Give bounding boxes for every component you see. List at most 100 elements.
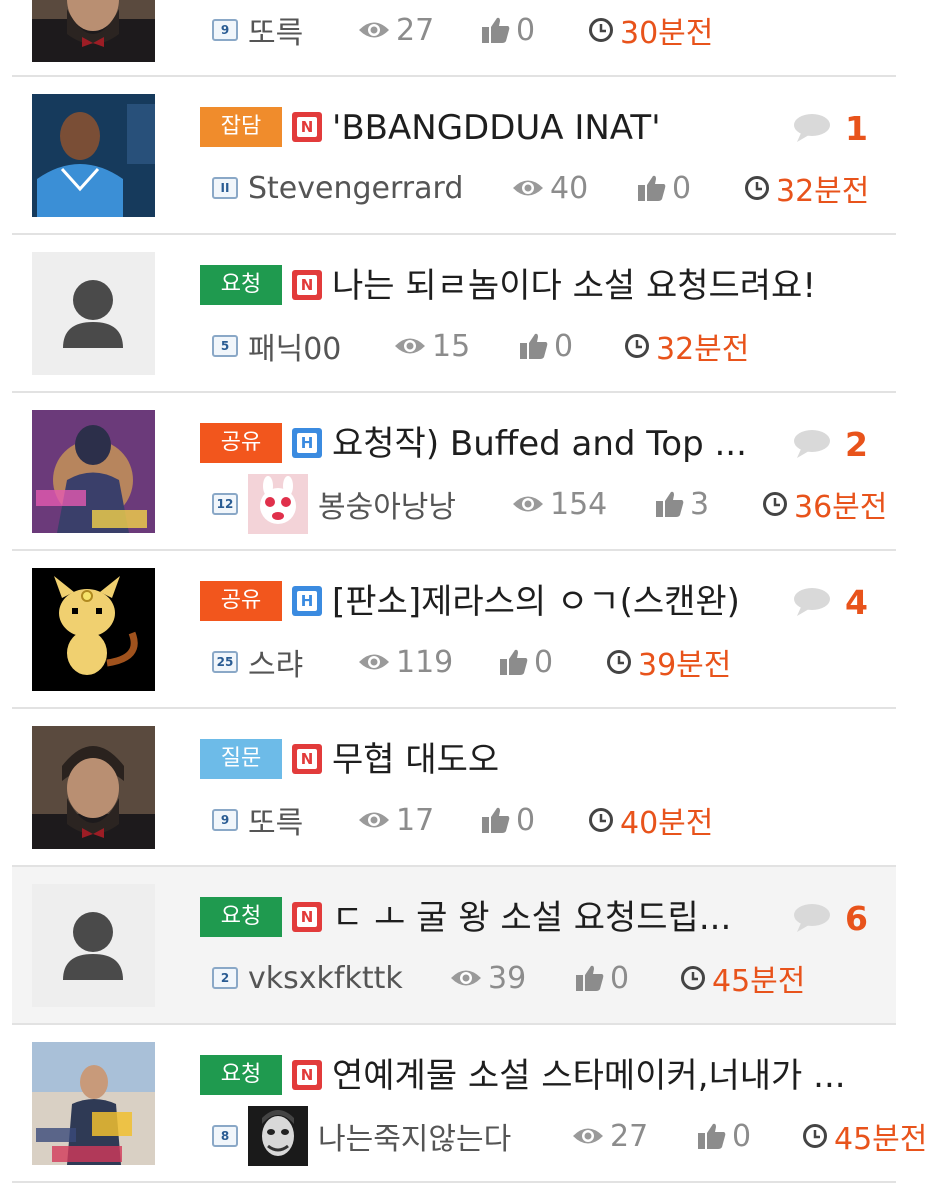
new-badge-icon: N [292, 1060, 322, 1090]
default-avatar[interactable] [32, 884, 155, 1007]
comment-count-value: 6 [845, 898, 868, 938]
default-avatar[interactable] [32, 252, 155, 375]
like-count: 0 [698, 1115, 751, 1157]
view-count: 39 [450, 957, 526, 999]
comment-count: 4 [793, 581, 868, 623]
post-title[interactable]: 'BBANGDDUA INAT' [332, 107, 792, 149]
level-badge: 2 [212, 967, 238, 989]
views-value: 39 [488, 960, 527, 996]
post-title-line[interactable]: 공유 H [판소]제라스의 ㅇㄱ(스캔완) 4 [200, 581, 896, 623]
level-badge: II [212, 177, 238, 199]
category-tag: 요청 [200, 1055, 282, 1095]
list-item[interactable]: 요청 N 나는 되ㄹ놈이다 소설 요청드려요! 5 패닉00 15 0 32분전 [12, 235, 896, 393]
post-title-line[interactable]: 공유 H 요청작) Buffed and Top ... 2 [200, 423, 896, 465]
author-group[interactable]: 25 스랴 [212, 641, 303, 683]
thumbs-up-icon [698, 1123, 726, 1149]
view-count: 27 [358, 9, 434, 51]
hot-badge-icon: H [292, 428, 322, 458]
views-value: 119 [396, 644, 454, 680]
post-title[interactable]: 요청작) Buffed and Top ... [332, 423, 782, 465]
speech-bubble-icon [794, 114, 831, 142]
views-value: 27 [396, 12, 435, 48]
time-value: 40분전 [620, 806, 714, 841]
author-group[interactable]: 9 또륵 [212, 799, 303, 841]
list-item[interactable]: 질문 N 무협 대도오 9 또륵 17 0 40분전 [12, 709, 896, 867]
like-count: 0 [638, 167, 691, 209]
view-count: 40 [512, 167, 588, 209]
likes-value: 0 [672, 170, 692, 206]
likes-value: 0 [610, 960, 630, 996]
post-title-line[interactable]: 요청 N 연예계물 소설 스타메이커,너내가 ... [200, 1055, 896, 1097]
author-name[interactable]: 스랴 [248, 640, 303, 684]
like-count: 0 [520, 325, 573, 367]
post-title-line[interactable]: 요청 N 나는 되ㄹ놈이다 소설 요청드려요! [200, 265, 896, 307]
post-title[interactable]: 나는 되ㄹ놈이다 소설 요청드려요! [332, 265, 892, 307]
thumbs-up-icon [482, 17, 510, 43]
speech-bubble-icon [794, 430, 831, 458]
level-badge: 25 [212, 651, 238, 673]
post-meta: 25 스랴 119 0 39분전 [200, 641, 896, 683]
author-name[interactable]: 패닉00 [248, 324, 341, 368]
views-value: 15 [432, 328, 471, 364]
post-title[interactable]: ㄷ ㅗ 굴 왕 소설 요청드립... [332, 897, 782, 939]
category-tag: 요청 [200, 897, 282, 937]
like-count: 0 [482, 9, 535, 51]
post-thumbnail-footballer[interactable] [32, 94, 155, 217]
list-item[interactable]: 요청 N ㄷ ㅗ 굴 왕 소설 요청드립... 6 2 vksxkfkttk 3… [12, 867, 896, 1025]
author-avatar[interactable] [248, 474, 308, 534]
author-group[interactable]: 12 봉숭아낭낭 [212, 474, 456, 534]
eye-icon [451, 970, 481, 986]
post-thumbnail-pixel-cat[interactable] [32, 568, 155, 691]
post-time: 30분전 [588, 9, 713, 51]
category-tag: 공유 [200, 423, 282, 463]
post-time: 32분전 [744, 167, 869, 209]
author-name[interactable]: Stevengerrard [248, 171, 463, 206]
level-badge: 9 [212, 809, 238, 831]
time-value: 39분전 [638, 648, 732, 683]
post-title[interactable]: 무협 대도오 [332, 739, 792, 781]
likes-value: 0 [516, 802, 536, 838]
post-title-line[interactable]: 질문 N 무협 대도오 [200, 739, 896, 781]
list-item[interactable]: 잡담 N 'BBANGDDUA INAT' 1 II Stevengerrard… [12, 77, 896, 235]
level-badge: 12 [212, 493, 238, 515]
author-avatar[interactable] [248, 1106, 308, 1166]
author-name[interactable]: 나는죽지않는다 [318, 1114, 511, 1158]
user-silhouette-icon [32, 252, 155, 375]
post-time: 39분전 [606, 641, 731, 683]
view-count: 17 [358, 799, 434, 841]
likes-value: 0 [554, 328, 574, 364]
new-badge-icon: N [292, 112, 322, 142]
speech-bubble-icon [794, 588, 831, 616]
author-name[interactable]: 또륵 [248, 798, 303, 842]
post-title[interactable]: [판소]제라스의 ㅇㄱ(스캔완) [332, 581, 792, 623]
author-group[interactable]: 8 나는죽지않는다 [212, 1106, 511, 1166]
post-thumbnail-manhwa-cover[interactable] [32, 410, 155, 533]
post-title-line[interactable]: 잡담 N 'BBANGDDUA INAT' 1 [200, 107, 896, 149]
view-count: 15 [394, 325, 470, 367]
author-group[interactable]: II Stevengerrard [212, 167, 463, 209]
views-value: 17 [396, 802, 435, 838]
hot-badge-icon: H [292, 586, 322, 616]
list-item[interactable]: 공유 H 요청작) Buffed and Top ... 2 12 봉숭아낭낭 … [12, 393, 896, 551]
author-name[interactable]: 봉숭아낭낭 [318, 482, 456, 526]
new-badge-icon: N [292, 902, 322, 932]
category-tag: 잡담 [200, 107, 282, 147]
list-item[interactable]: 9 또륵 27 0 30분전 [12, 0, 896, 77]
view-count: 154 [512, 483, 607, 525]
comment-count: 2 [793, 423, 868, 465]
post-thumbnail-portrait[interactable] [32, 726, 155, 849]
post-thumbnail-novel-cover[interactable] [32, 1042, 155, 1165]
thumbs-up-icon [576, 965, 604, 991]
author-name[interactable]: vksxkfkttk [248, 961, 403, 996]
post-title[interactable]: 연예계물 소설 스타메이커,너내가 ... [332, 1055, 892, 1097]
list-item[interactable]: 요청 N 연예계물 소설 스타메이커,너내가 ... 8 나는죽지않는다 27 … [12, 1025, 927, 1183]
thumbs-up-icon [638, 175, 666, 201]
post-title-line[interactable]: 요청 N ㄷ ㅗ 굴 왕 소설 요청드립... 6 [200, 897, 896, 939]
author-group[interactable]: 5 패닉00 [212, 325, 341, 367]
author-group[interactable]: 9 또륵 [212, 9, 303, 51]
eye-icon [395, 338, 425, 354]
post-thumbnail-portrait[interactable] [32, 0, 155, 62]
author-group[interactable]: 2 vksxkfkttk [212, 957, 403, 999]
list-item[interactable]: 공유 H [판소]제라스의 ㅇㄱ(스캔완) 4 25 스랴 119 0 39분전 [12, 551, 896, 709]
author-name[interactable]: 또륵 [248, 8, 303, 52]
